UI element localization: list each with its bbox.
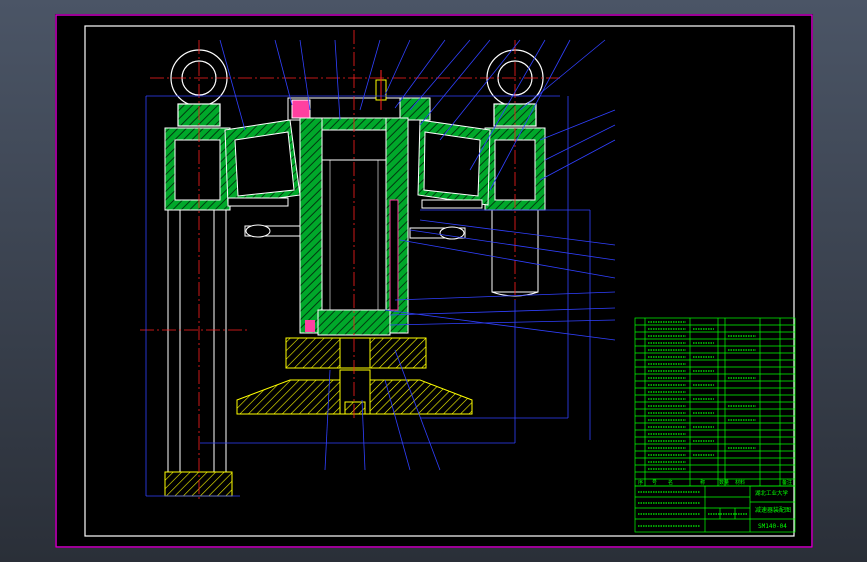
header-seq: 序	[638, 479, 643, 486]
header-name-2: 称	[700, 479, 705, 486]
header-remark: 备注	[782, 479, 792, 486]
header-material: 材料	[735, 479, 745, 486]
upper-flange	[285, 337, 427, 369]
left-column	[164, 127, 233, 497]
cad-drawing-sheet[interactable]: 序 号 名 称 数量 材料 备注 湖北工业大学 减速器装配图 SM140-04	[0, 0, 867, 562]
header-number: 号	[652, 480, 657, 486]
left-small-handle	[227, 197, 289, 207]
right-small-handle	[421, 199, 483, 209]
school-label: 湖北工业大学	[755, 489, 789, 497]
drawing-number: SM140-04	[758, 523, 787, 530]
header-name-1: 名	[668, 479, 673, 486]
header-qty: 数量	[719, 479, 729, 486]
left-handle	[244, 224, 301, 238]
part-title: 减速器装配图	[755, 506, 791, 514]
